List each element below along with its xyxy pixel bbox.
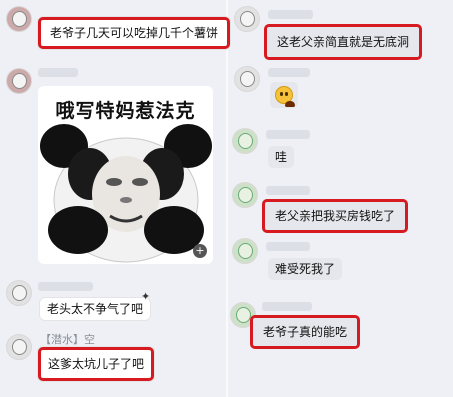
sender-name [262,302,312,311]
meme-image[interactable]: 哦写特妈惹法克 + [38,86,213,264]
message-text: 老头太不争气了吧 [47,302,144,316]
sender-name [266,242,310,251]
message-bubble: 这爹太坑儿子了吧 [38,347,155,381]
avatar[interactable] [6,68,32,94]
message-bubble: 这老父亲简直就是无底洞 [264,24,423,60]
sender-tag: 【潜水】空 [40,333,95,346]
avatar[interactable] [6,6,32,32]
message-text: 老爷子真的能吃 [263,325,348,339]
avatar[interactable] [232,238,258,264]
sender-name [38,282,93,291]
meme-caption: 哦写特妈惹法克 [55,100,196,122]
sender-name [266,186,310,195]
sender-name [266,130,310,139]
avatar[interactable] [232,182,258,208]
sender-name [268,10,313,19]
avatar[interactable] [6,334,32,360]
message-bubble: 老头太不争气了吧 [40,298,151,320]
crying-face-emoji-icon[interactable] [270,82,298,108]
message-text: 这爹太坑儿子了吧 [48,357,145,371]
message-text: 哇 [275,150,288,164]
message-text: 老爷子几天可以吃掉几千个薯饼 [50,26,219,40]
avatar[interactable] [232,128,258,154]
plus-icon[interactable]: + [193,244,207,258]
message-text: 难受死我了 [275,262,336,276]
avatar[interactable] [234,66,260,92]
message-bubble: 难受死我了 [268,258,343,280]
sender-name [38,68,78,77]
message-bubble: 老爷子几天可以吃掉几千个薯饼 [38,17,231,49]
sparkle-icon: ✦ [141,290,151,303]
message-text: 这老父亲简直就是无底洞 [277,35,410,49]
message-bubble: 老爷子真的能吃 [250,315,361,349]
panda-face-graphic [40,124,212,263]
message-bubble: 老父亲把我买房钱吃了 [262,199,409,233]
message-bubble: 哇 [268,146,295,168]
message-text: 老父亲把我买房钱吃了 [275,209,396,223]
avatar[interactable] [234,6,260,32]
sender-name [268,68,310,77]
avatar[interactable] [6,280,32,306]
